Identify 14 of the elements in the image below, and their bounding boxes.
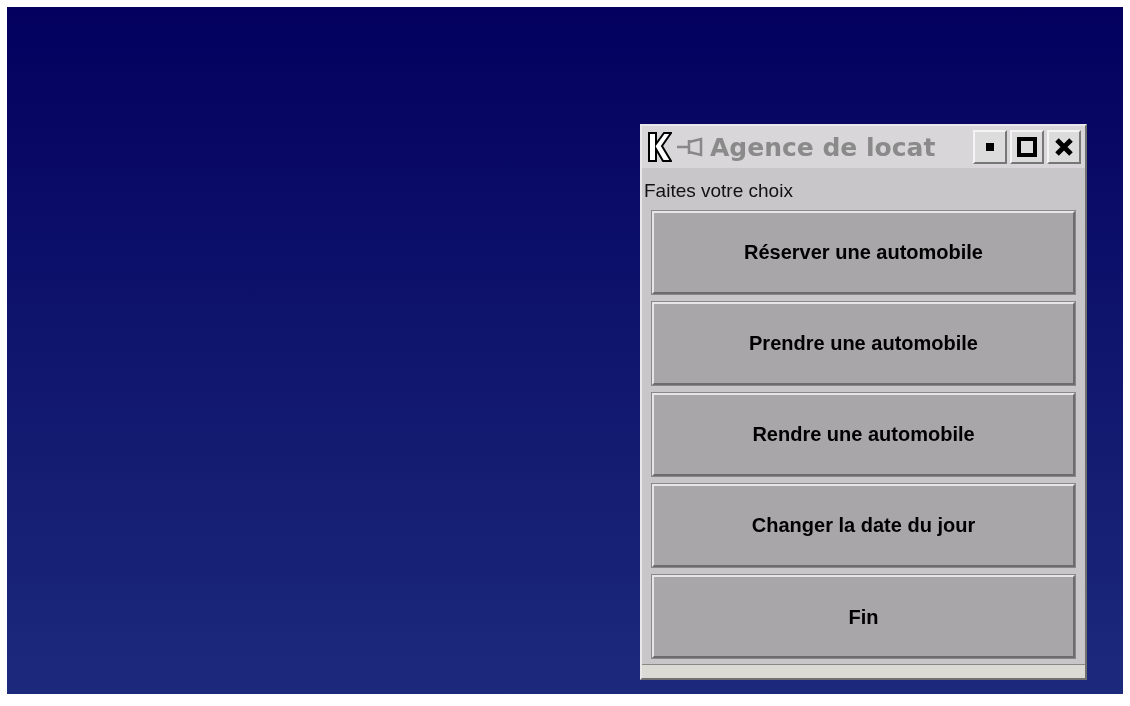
menu-button[interactable]: Changer la date du jour (652, 483, 1075, 567)
menu-button[interactable]: Réserver une automobile (652, 210, 1075, 294)
window-title: Agence de locat (710, 134, 936, 160)
close-icon (1054, 137, 1074, 157)
minimize-button[interactable] (973, 130, 1007, 164)
maximize-button[interactable] (1010, 130, 1044, 164)
maximize-icon (1017, 137, 1037, 157)
minimize-icon (985, 142, 995, 152)
menu-button[interactable]: Fin (652, 575, 1075, 659)
menu-button[interactable]: Prendre une automobile (652, 301, 1075, 385)
prompt-label: Faites votre choix (643, 179, 794, 203)
close-button[interactable] (1047, 130, 1081, 164)
k-logo-icon (646, 131, 672, 163)
menu-button[interactable]: Rendre une automobile (652, 392, 1075, 476)
